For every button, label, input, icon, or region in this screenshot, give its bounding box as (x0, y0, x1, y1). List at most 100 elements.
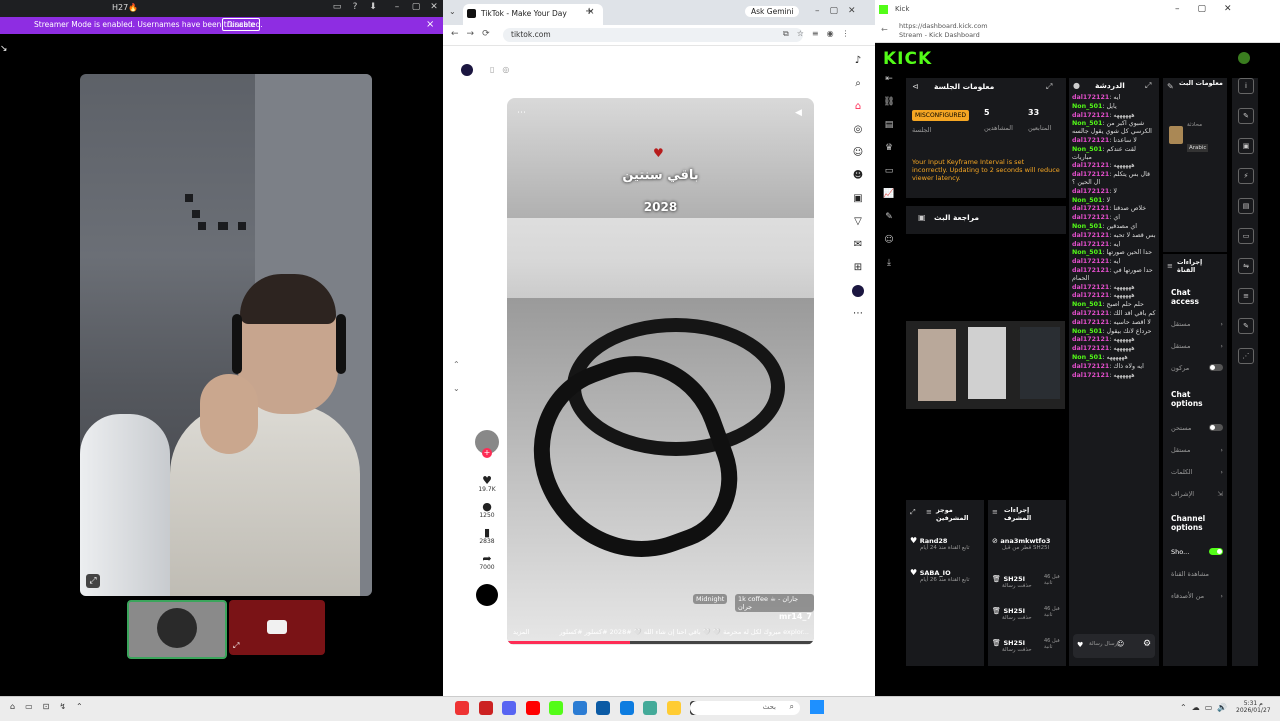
toolbar-icons[interactable]: ⧉☆≡◉⋮ (783, 29, 858, 39)
chat-username[interactable]: dal172121 (1072, 112, 1109, 119)
chat-username[interactable]: dal172121 (1072, 319, 1109, 326)
link-icon[interactable]: ⛓ (879, 97, 899, 107)
wrench-icon[interactable]: ✎ (1238, 318, 1254, 334)
filter-icon[interactable]: ≡ (926, 508, 932, 516)
pencil-icon[interactable]: ✎ (1238, 108, 1254, 124)
filter-icon[interactable]: ≡ (992, 508, 998, 516)
tab-tiktok[interactable]: TikTok - Make Your Day × (463, 4, 603, 25)
store-icon[interactable] (596, 701, 611, 715)
chat-message[interactable]: dal172121: ايه ولاه ذاك (1072, 363, 1156, 371)
volume-icon[interactable]: ◀ (795, 108, 802, 118)
close-icon[interactable]: ✕ (427, 2, 441, 14)
option-row[interactable]: مستقل › (1171, 446, 1223, 454)
user-avatar[interactable] (1238, 52, 1250, 64)
next-video-icon[interactable]: ⌄ (453, 377, 460, 401)
analytics-icon[interactable]: 📈 (879, 189, 899, 199)
disable-streamer-mode-button[interactable]: Disable (222, 18, 260, 31)
chat-username[interactable]: dal172121 (1072, 292, 1109, 299)
chat-message[interactable]: dal172121: ههههههه (1072, 345, 1156, 353)
clock[interactable]: 5:31 م 2026/01/27 (1236, 700, 1271, 714)
expand-icon[interactable]: ⤢ (1145, 81, 1151, 91)
chat-message[interactable]: Non_501: يايل (1072, 103, 1156, 111)
chat-message[interactable]: dal172121: لا ساعدنا (1072, 137, 1156, 145)
creator-avatar[interactable]: + (475, 430, 499, 458)
kick-icon[interactable] (549, 701, 564, 715)
chat-username[interactable]: dal172121 (1072, 267, 1109, 274)
expand-icon[interactable]: ⤢ (910, 508, 916, 517)
option-row[interactable]: الإشراف ⇲ (1171, 490, 1223, 498)
bot-icon[interactable]: ▣ (1238, 138, 1254, 154)
new-tab-icon[interactable]: + (585, 6, 593, 17)
chat-username[interactable]: Non_501 (1072, 301, 1102, 308)
action-row[interactable]: مستقل › (1171, 342, 1223, 350)
video-more-icon[interactable]: ⋯ (517, 108, 526, 118)
chat-message[interactable]: dal172121: ههههههه (1072, 284, 1156, 292)
expand-icon[interactable]: ⤢ (1046, 82, 1052, 92)
banner-close-icon[interactable]: × (426, 19, 434, 30)
tab-list-chevron-icon[interactable]: ⌄ (449, 7, 456, 16)
maximize-icon[interactable]: ▢ (409, 2, 423, 14)
toggle[interactable] (1209, 364, 1223, 371)
explore-icon[interactable]: ◎ (852, 124, 864, 136)
participant-tile-self[interactable] (127, 600, 227, 659)
inbox-icon[interactable]: ▭ (330, 2, 344, 14)
chat-username[interactable]: dal172121 (1072, 205, 1109, 212)
chat-username[interactable]: Non_501 (1072, 146, 1102, 153)
settings-icon[interactable]: ⚙ (1143, 639, 1151, 649)
share-icon[interactable]: ➦ (475, 552, 499, 565)
kick-logo[interactable]: KICK (883, 49, 932, 69)
heart-icon[interactable]: ♥ (1077, 641, 1083, 649)
stream-preview[interactable] (906, 321, 1065, 409)
monitor-icon[interactable]: ▭ (879, 166, 899, 176)
chat-message[interactable]: Non_501: حدا الحين صورتها (1072, 249, 1156, 257)
chat-username[interactable]: Non_501 (1072, 120, 1102, 127)
chat-message[interactable]: dal172121: لا (1072, 188, 1156, 196)
chat-username[interactable]: dal172121 (1072, 214, 1109, 221)
chat-username[interactable]: dal172121 (1072, 363, 1109, 370)
list-item[interactable]: ♥ Rand28 تابع القناة منذ 24 أيام (910, 536, 982, 551)
chat-message[interactable]: dal172121: ههههههه (1072, 336, 1156, 344)
chat-message[interactable]: Non_501: شبوي اكبر من الكرسي كل شوي يقول… (1072, 120, 1156, 136)
popout-icon[interactable]: ⤢ (233, 641, 243, 651)
mail-icon[interactable] (572, 701, 587, 715)
address-bar[interactable]: tiktok.com (503, 28, 803, 42)
chat-username[interactable]: dal172121 (1072, 162, 1109, 169)
chat-message[interactable]: dal172121: خلاص صدقنا (1072, 205, 1156, 213)
app-icon[interactable] (643, 701, 658, 715)
chat-username[interactable]: dal172121 (1072, 137, 1109, 144)
following-icon[interactable]: ☺ (852, 147, 864, 159)
chat-message[interactable]: dal172121: اي (1072, 214, 1156, 222)
chat-username[interactable]: dal172121 (1072, 310, 1109, 317)
friends-icon[interactable]: ☻ (852, 170, 864, 182)
chat-username[interactable]: dal172121 (1072, 345, 1109, 352)
kick-address-bar[interactable]: ← https://dashboard.kick.com Stream - Ki… (875, 20, 1280, 43)
chat-message[interactable]: dal172121: ههههههه (1072, 292, 1156, 300)
channel-row[interactable]: من الأصدقاء › (1171, 592, 1223, 600)
download-icon[interactable]: ⤓ (879, 258, 899, 268)
chat-message[interactable]: dal172121: ايه (1072, 258, 1156, 266)
music-track[interactable]: 1k coffee ☕ جاران - جران (735, 594, 814, 612)
video-username[interactable]: mr14_7 (779, 612, 812, 621)
music-disc-icon[interactable] (476, 584, 498, 606)
option-row[interactable]: مستحن (1171, 424, 1223, 432)
minimize-icon[interactable]: – (390, 2, 404, 14)
list-item[interactable]: 🗑 SH25I قبل 46 ثانية حذفت رسالة (992, 574, 1064, 589)
tray-left-icons[interactable]: ⌂▭⊡↯⌃ (10, 702, 93, 711)
chat-username[interactable]: Non_501 (1072, 249, 1102, 256)
edit-icon[interactable]: ✎ (1167, 82, 1174, 91)
chat-username[interactable]: dal172121 (1072, 94, 1109, 101)
list-item[interactable]: ⊘ ana3mkwtfo3 قطر من قبل SH25I (992, 536, 1064, 551)
download-icon[interactable]: ⬇ (366, 2, 380, 14)
profile-dot-icon[interactable] (461, 64, 473, 76)
activity-icon[interactable]: ▽ (852, 216, 864, 228)
chat-message[interactable]: dal172121: كم باقي اقد الك (1072, 310, 1156, 318)
window-controls[interactable]: –▢✕ (1175, 4, 1250, 14)
chrome-icon[interactable] (455, 701, 469, 715)
chat-message[interactable]: dal172121: ايه (1072, 241, 1156, 249)
heart-icon[interactable]: ♥ (475, 474, 499, 487)
chat-message[interactable]: dal172121: بس قصد لا تحبه (1072, 232, 1156, 240)
tiktok-video[interactable]: ⋯ ◀ ♥ باقي سنتين 2028 Midnight 1k coffee… (507, 98, 814, 645)
chat-username[interactable]: Non_501 (1072, 197, 1102, 204)
chat-message[interactable]: Non_501: لقت عندكم مباريات (1072, 146, 1156, 162)
chat-message[interactable]: Non_501: اي مصدقين (1072, 223, 1156, 231)
